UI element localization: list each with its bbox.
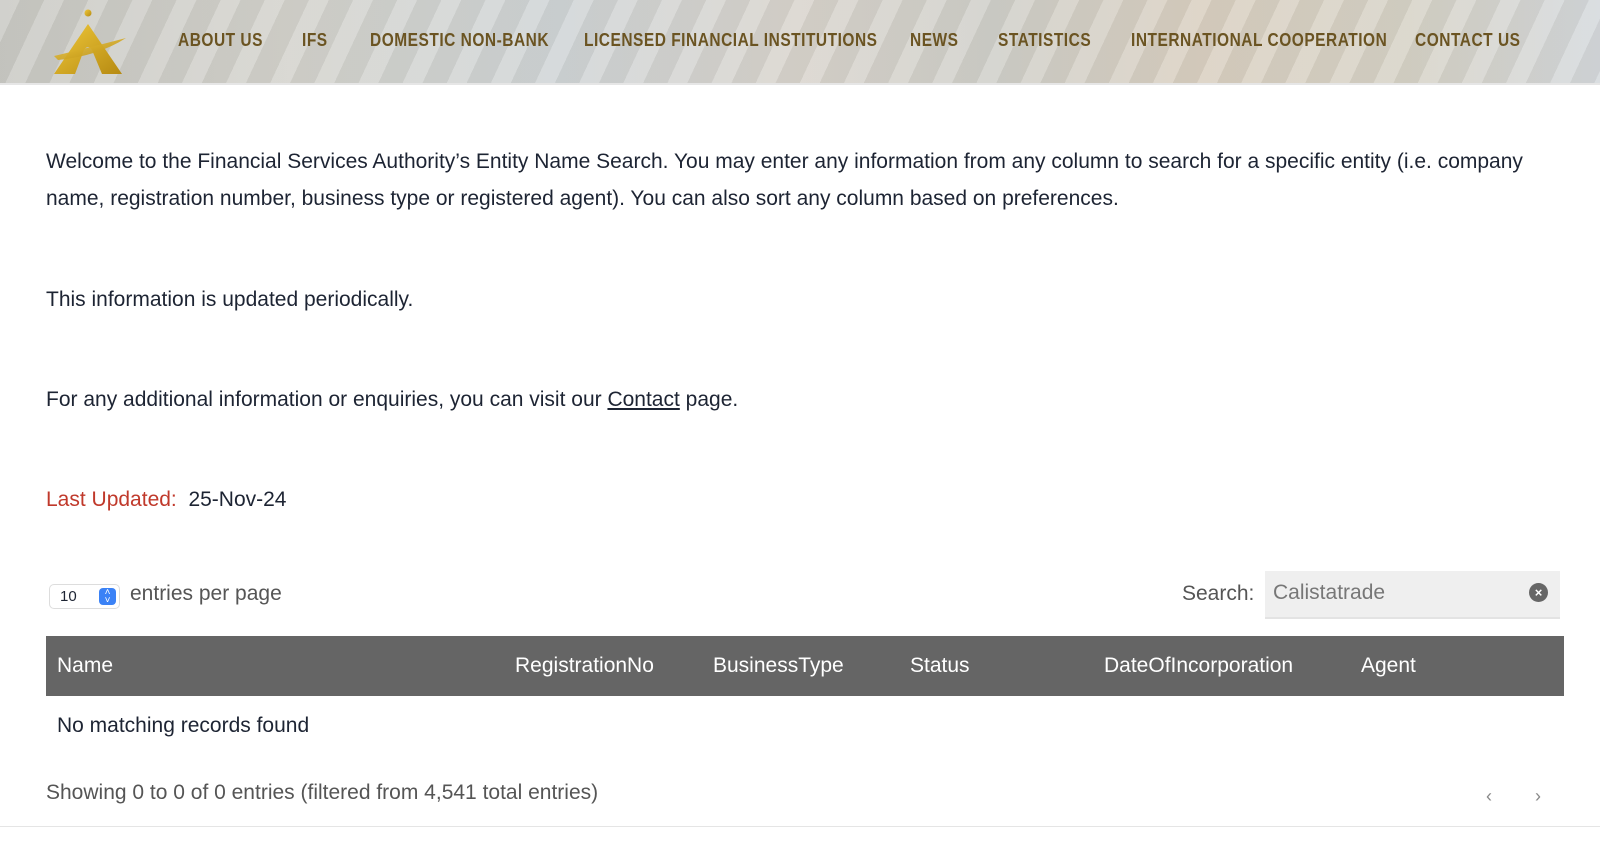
select-arrows-icon: ˄ ˅ [99,588,116,606]
contact-note-end: page. [679,388,739,411]
nav-news[interactable]: NEWS [910,30,959,51]
nav-licensed-financial-institutions[interactable]: LICENSED FINANCIAL INSTITUTIONS [584,30,878,51]
column-date-of-incorporation[interactable]: DateOfIncorporation [1104,654,1293,678]
nav-about-us[interactable]: ABOUT US [178,30,263,51]
nav-ifs[interactable]: IFS [302,30,328,51]
next-page-button[interactable]: › [1535,786,1541,807]
last-updated-label: Last Updated: [46,488,177,511]
table-info: Showing 0 to 0 of 0 entries (filtered fr… [46,781,599,804]
contact-note: For any additional information or enquir… [46,381,1556,418]
prev-page-button[interactable]: ‹ [1486,786,1492,807]
search-label: Search: [1182,582,1255,605]
table-header: Name RegistrationNo BusinessType Status … [46,636,1564,696]
divider [0,826,1600,827]
column-status[interactable]: Status [910,654,970,678]
column-business-type[interactable]: BusinessType [713,654,844,678]
page-size-value: 10 [60,588,77,605]
search-value: Calistatrade [1273,581,1386,604]
nav-statistics[interactable]: STATISTICS [998,30,1091,51]
column-registration-no[interactable]: RegistrationNo [515,654,654,678]
nav-international-cooperation[interactable]: INTERNATIONAL COOPERATION [1131,30,1387,51]
contact-link[interactable]: Contact [607,388,679,411]
last-updated-value: 25-Nov-24 [188,488,287,511]
empty-table-message: No matching records found [57,714,310,737]
fsa-logo[interactable] [48,8,128,76]
nav-contact-us[interactable]: CONTACT US [1415,30,1520,51]
update-note: This information is updated periodically… [46,288,414,311]
nav-domestic-non-bank[interactable]: DOMESTIC NON-BANK [370,30,549,51]
clear-search-icon[interactable]: × [1529,583,1548,602]
column-agent[interactable]: Agent [1361,654,1416,678]
contact-note-text: For any additional information or enquir… [46,388,608,411]
site-header: ABOUT US IFS DOMESTIC NON-BANK LICENSED … [0,0,1600,85]
column-name[interactable]: Name [57,654,113,678]
last-updated: Last Updated: 25-Nov-24 [46,481,1556,518]
search-input[interactable]: Calistatrade × [1265,571,1560,619]
entries-per-page-select[interactable]: 10 ˄ ˅ [49,584,120,609]
intro-text: Welcome to the Financial Services Author… [46,150,1523,210]
entries-per-page-label: entries per page [130,582,282,605]
